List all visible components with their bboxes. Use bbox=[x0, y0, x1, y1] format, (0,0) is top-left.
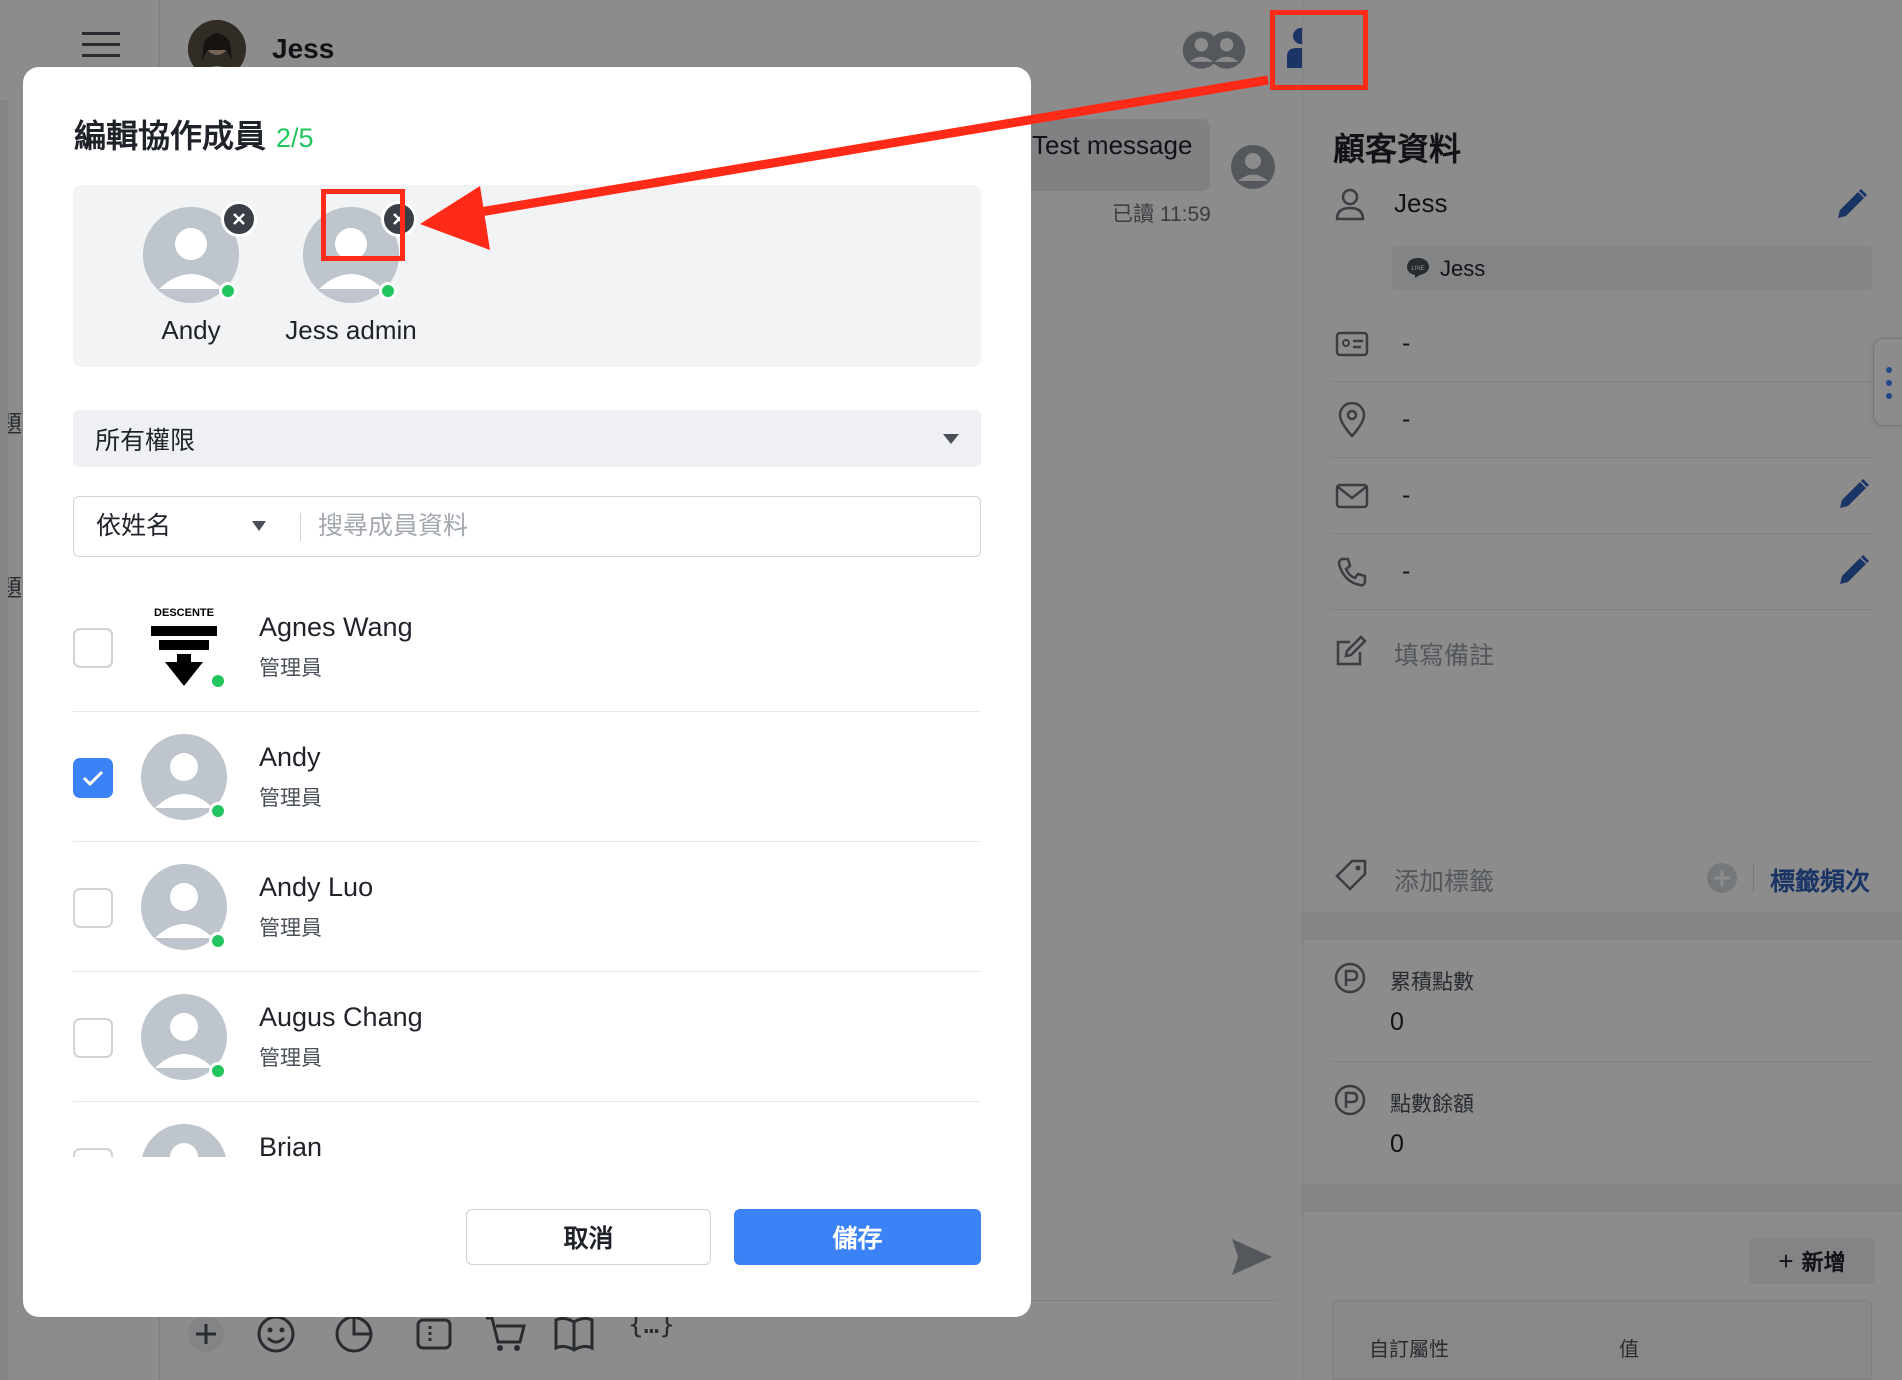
annotation-arrow bbox=[420, 75, 1269, 250]
